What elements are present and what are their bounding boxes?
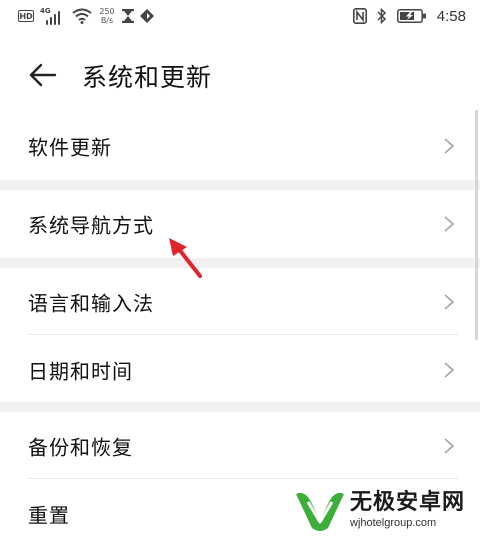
clock: 4:58	[436, 7, 466, 25]
list-item-label: 软件更新	[28, 135, 112, 160]
row-divider	[28, 334, 458, 335]
settings-group-navigation: 系统导航方式	[0, 190, 480, 258]
hourglass-icon	[122, 9, 134, 23]
watermark-url: wjhotelgroup.com	[350, 517, 437, 529]
hd-badge: HD	[18, 10, 34, 22]
list-item-label: 语言和输入法	[28, 291, 154, 316]
list-item-system-navigation[interactable]: 系统导航方式	[0, 190, 480, 258]
network-speed: 250 B/s	[98, 7, 116, 25]
network-4g-icon: 4G	[40, 7, 60, 25]
watermark: 无极安卓网 wjhotelgroup.com	[294, 484, 478, 536]
group-separator	[0, 258, 480, 268]
page-title: 系统和更新	[82, 63, 213, 92]
bluetooth-icon	[377, 8, 387, 24]
row-divider	[28, 478, 458, 479]
watermark-text: 无极安卓网 wjhotelgroup.com	[350, 490, 465, 530]
list-item-software-update[interactable]: 软件更新	[0, 112, 480, 180]
nfc-icon	[352, 8, 367, 24]
watermark-logo-icon	[296, 492, 344, 531]
list-item-label: 日期和时间	[28, 359, 133, 384]
speed-value: 250	[99, 7, 115, 16]
chevron-right-icon	[444, 294, 455, 310]
chevron-right-icon	[444, 438, 455, 454]
status-bar: HD 4G 250 B/s 4:58	[0, 0, 480, 32]
chevron-right-icon	[444, 216, 455, 232]
list-item-label: 备份和恢复	[28, 435, 133, 460]
status-left: HD 4G 250 B/s	[18, 0, 154, 32]
arrow-left-icon	[29, 63, 57, 87]
group-separator	[0, 402, 480, 412]
settings-group-update: 软件更新	[0, 112, 480, 180]
status-right: 4:58	[352, 0, 466, 32]
list-item-date-time[interactable]: 日期和时间	[0, 336, 480, 404]
chevron-right-icon	[444, 138, 455, 154]
back-button[interactable]	[28, 60, 58, 90]
list-item-label: 重置	[28, 503, 70, 528]
battery-charging-icon	[396, 8, 427, 24]
list-item-backup-restore[interactable]: 备份和恢复	[0, 412, 480, 480]
wifi-icon	[72, 8, 92, 24]
chevron-right-icon	[444, 362, 455, 378]
group-separator	[0, 180, 480, 190]
speed-unit: B/s	[100, 16, 114, 25]
settings-group-language: 语言和输入法 日期和时间	[0, 268, 480, 404]
signal-icon	[46, 9, 60, 25]
scroll-indicator	[475, 110, 478, 340]
annotation-arrow-icon	[169, 238, 202, 278]
watermark-name: 无极安卓网	[350, 490, 466, 515]
title-bar: 系统和更新	[0, 44, 480, 108]
shortcut-arrow-icon	[140, 9, 154, 23]
list-item-language-input[interactable]: 语言和输入法	[0, 268, 480, 336]
list-item-label: 系统导航方式	[28, 213, 154, 238]
